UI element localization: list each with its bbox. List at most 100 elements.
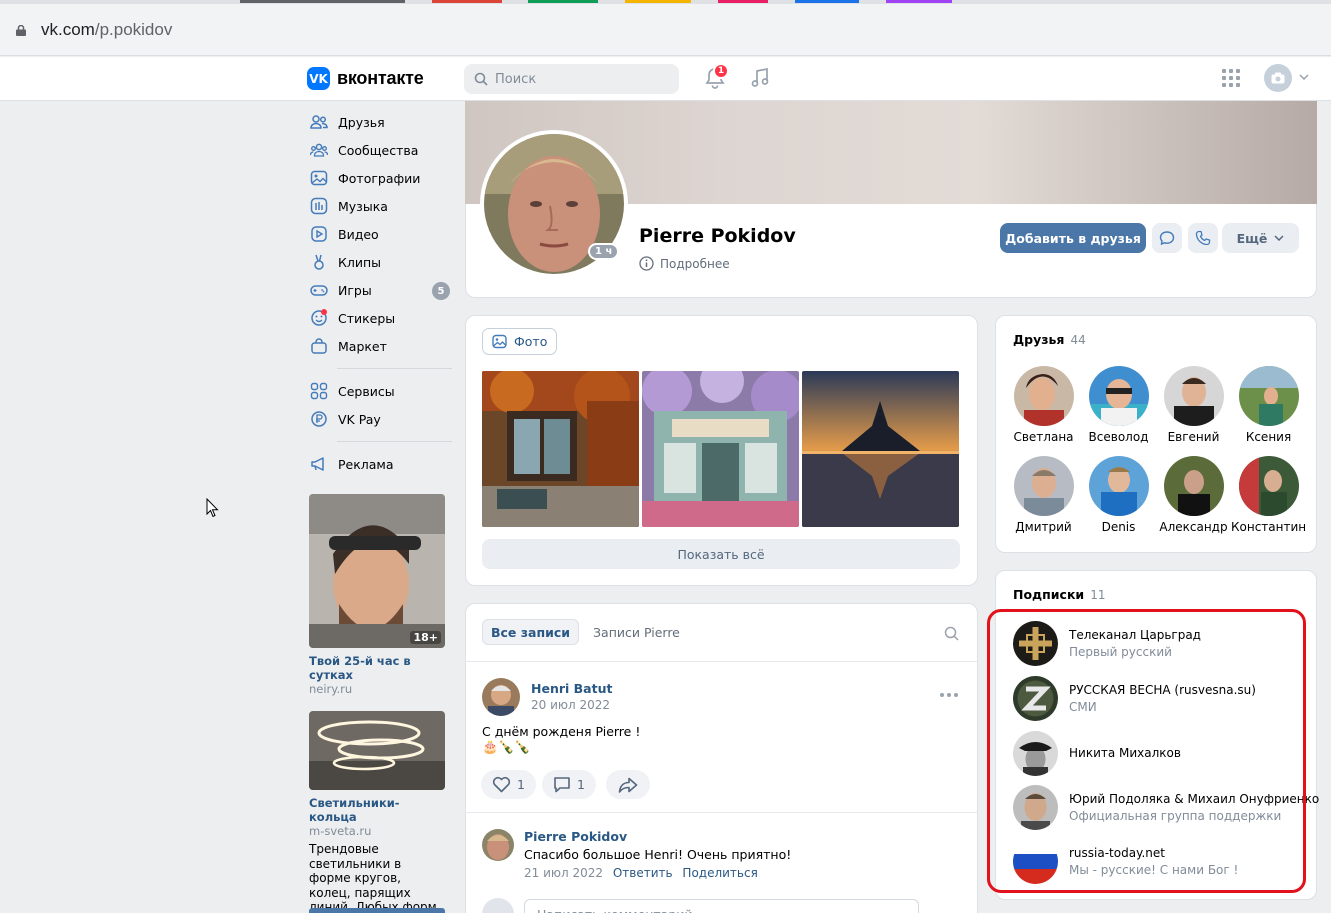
notification-badge: 1 [713, 63, 729, 79]
post-menu-icon[interactable] [940, 693, 958, 697]
user-avatar[interactable] [1264, 64, 1292, 92]
friend-item[interactable]: Евгений [1156, 366, 1231, 444]
nav-stickers[interactable]: Стикеры [307, 304, 452, 332]
tab-all-posts[interactable]: Все записи [482, 619, 580, 645]
photo-thumbnail[interactable] [802, 371, 959, 527]
post-emoji: 🎂🍾🍾 [482, 740, 531, 755]
friend-item[interactable]: Константин [1231, 456, 1306, 534]
online-status-badge: 1 ч [588, 243, 620, 260]
friend-avatar [1238, 366, 1299, 426]
video-icon [311, 226, 327, 242]
more-button[interactable]: Ещё [1222, 223, 1299, 253]
nav-games[interactable]: Игры 5 [307, 276, 452, 304]
subscriptions-header[interactable]: Подписки 11 [1013, 587, 1105, 602]
add-friend-button[interactable]: Добавить в друзья [1000, 223, 1146, 253]
games-count-badge: 5 [432, 282, 450, 300]
ad-image[interactable]: 18+ [309, 494, 445, 648]
comment-author-avatar[interactable] [482, 829, 514, 861]
apps-grid-icon[interactable] [1222, 69, 1240, 87]
ad-title[interactable]: Светильники-кольца [309, 796, 445, 824]
friend-item[interactable]: Дмитрий [1006, 456, 1081, 534]
profile-details-link[interactable]: Подробнее [639, 256, 730, 271]
vk-logo[interactable]: VK вконтакте [307, 67, 424, 90]
music-icon [310, 197, 328, 215]
games-icon [310, 285, 328, 296]
ad-block[interactable]: Светильники-кольца m-sveta.ru Трендовые … [309, 711, 445, 913]
age-rating-badge: 18+ [410, 631, 441, 644]
camera-icon [1271, 72, 1285, 84]
comment-author-name[interactable]: Pierre Pokidov [524, 829, 627, 844]
photo-thumbnail[interactable] [482, 371, 639, 527]
lock-icon [16, 25, 26, 36]
chevron-down-icon [1274, 235, 1284, 241]
divider [465, 661, 978, 662]
post-text: С днём рожденя Pierre ! [482, 724, 641, 739]
reply-link[interactable]: Ответить [613, 866, 673, 880]
music-icon[interactable] [750, 67, 770, 89]
nav-clips[interactable]: Клипы [307, 248, 452, 276]
nav-vkpay[interactable]: VK Pay [307, 405, 452, 433]
post-author-name[interactable]: Henri Batut [531, 681, 612, 696]
chevron-down-icon[interactable] [1299, 74, 1309, 80]
nav-music[interactable]: Музыка [307, 192, 452, 220]
friend-avatar [1088, 456, 1149, 516]
like-button[interactable]: 1 [481, 770, 536, 799]
services-icon [310, 382, 328, 400]
show-all-photos-button[interactable]: Показать всё [482, 539, 960, 569]
photo-icon [492, 334, 507, 349]
nav-communities[interactable]: Сообщества [307, 136, 452, 164]
share-link[interactable]: Поделиться [682, 866, 757, 880]
comment-input[interactable]: Написать комментарий... [524, 899, 919, 913]
info-icon [639, 256, 654, 271]
share-button[interactable] [606, 770, 650, 799]
search-input[interactable]: Поиск [464, 64, 679, 94]
browser-address-bar[interactable]: vk.com/p.pokidov [0, 4, 1331, 56]
friend-avatar [1088, 366, 1149, 426]
photos-tab[interactable]: Фото [482, 328, 558, 355]
friends-header[interactable]: Друзья 44 [1013, 332, 1086, 347]
left-navigation: Друзья Сообщества Фотографии Музыка Виде… [307, 108, 452, 478]
tab-own-posts[interactable]: Записи Pierre [585, 619, 688, 645]
search-icon[interactable] [944, 626, 959, 641]
friend-item[interactable]: Denis [1081, 456, 1156, 534]
friend-item[interactable]: Александр [1156, 456, 1231, 534]
comment-icon [554, 777, 570, 793]
ad-title[interactable]: Твой 25-й час в сутках [309, 654, 445, 682]
nav-market[interactable]: Маркет [307, 332, 452, 360]
nav-photos[interactable]: Фотографии [307, 164, 452, 192]
call-button[interactable] [1188, 223, 1218, 253]
ad-image[interactable] [309, 711, 445, 790]
divider [465, 812, 978, 813]
comment-meta: 21 июл 2022 Ответить Поделиться [524, 866, 758, 880]
ad-button[interactable] [309, 908, 445, 913]
wall-tabs: Все записи Записи Pierre [482, 619, 688, 645]
photos-icon [310, 170, 328, 186]
message-icon [1159, 231, 1175, 246]
friend-item[interactable]: Светлана [1006, 366, 1081, 444]
comment-button[interactable]: 1 [542, 770, 596, 799]
nav-divider [337, 441, 452, 442]
message-button[interactable] [1152, 223, 1182, 253]
friend-avatar [1238, 456, 1299, 516]
nav-friends[interactable]: Друзья [307, 108, 452, 136]
vk-logo-icon: VK [307, 67, 330, 90]
ad-block[interactable]: 18+ Твой 25-й час в сутках neiry.ru [309, 494, 445, 697]
highlight-annotation [987, 609, 1306, 893]
nav-ads[interactable]: Реклама [307, 450, 452, 478]
post-date[interactable]: 20 июл 2022 [531, 698, 610, 712]
photo-thumbnail[interactable] [642, 371, 799, 527]
post-author-avatar[interactable] [482, 678, 520, 716]
friend-item[interactable]: Ксения [1231, 366, 1306, 444]
clips-icon [314, 254, 324, 270]
friends-icon [310, 115, 328, 129]
friend-item[interactable]: Всеволод [1081, 366, 1156, 444]
friend-avatar [1163, 456, 1224, 516]
vkpay-icon [311, 411, 327, 427]
nav-services[interactable]: Сервисы [307, 377, 452, 405]
comment-date[interactable]: 21 июл 2022 [524, 866, 603, 880]
nav-video[interactable]: Видео [307, 220, 452, 248]
mouse-cursor-icon [206, 498, 219, 518]
new-indicator-dot [321, 309, 327, 315]
url-text[interactable]: vk.com/p.pokidov [41, 20, 172, 40]
share-icon [618, 777, 638, 793]
